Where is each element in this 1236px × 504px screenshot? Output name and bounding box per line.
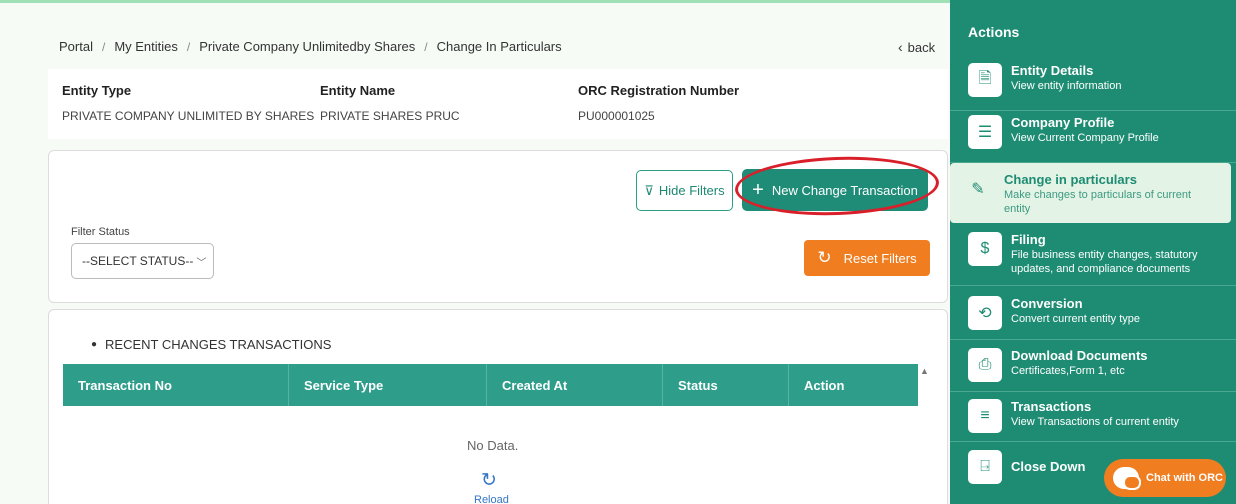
chat-with-orc-button[interactable]: Chat with ORC [1104, 459, 1226, 497]
door-icon: ⍈ [968, 450, 1002, 484]
table-header: Transaction No Service Type Created At S… [63, 364, 918, 406]
sidebar-item-label: Change in particulars [1004, 172, 1137, 187]
sidebar-item-entity-details[interactable]: 🗎 Entity Details View entity information [950, 63, 1236, 111]
sidebar-item-desc: Make changes to particulars of current e… [1004, 189, 1192, 215]
column-created-at[interactable]: Created At [487, 364, 663, 406]
breadcrumb-my-entities[interactable]: My Entities [114, 39, 178, 54]
breadcrumb-separator: / [186, 39, 191, 54]
breadcrumb-current: Change In Particulars [436, 39, 562, 54]
orc-number-col: ORC Registration Number PU000001025 [578, 83, 739, 123]
breadcrumb-entity-type[interactable]: Private Company Unlimitedby Shares [199, 39, 415, 54]
column-service-type[interactable]: Service Type [289, 364, 487, 406]
chevron-left-icon: ‹ [898, 39, 903, 55]
refresh-icon: ↻ [817, 248, 832, 267]
sidebar-item-conversion[interactable]: ⟲ Conversion Convert current entity type [950, 290, 1236, 340]
transactions-title: ● RECENT CHANGES TRANSACTIONS [91, 337, 331, 352]
list-icon: ☰ [968, 115, 1002, 149]
sidebar-item-download-documents[interactable]: ⎙ Download Documents Certificates,Form 1… [950, 342, 1236, 392]
sidebar-item-desc: Convert current entity type [1011, 313, 1141, 325]
sidebar-item-label: Filing [1011, 232, 1046, 247]
sidebar-item-label: Conversion [1011, 296, 1083, 311]
breadcrumb-separator: / [101, 39, 106, 54]
back-link[interactable]: ‹ back [898, 39, 935, 55]
chat-bubble-icon [1113, 467, 1141, 490]
sidebar-item-transactions[interactable]: ≡ Transactions View Transactions of curr… [950, 394, 1236, 442]
breadcrumb-separator: / [424, 39, 428, 54]
sidebar-item-change-in-particulars[interactable]: ✎ Change in particulars Make changes to … [950, 163, 1231, 223]
column-status[interactable]: Status [663, 364, 789, 406]
sidebar-item-label: Close Down [1011, 459, 1086, 474]
chat-label: Chat with ORC [1146, 472, 1223, 484]
sidebar-item-label: Company Profile [1011, 115, 1115, 130]
sidebar-item-desc: File business entity changes, statutory … [1011, 249, 1198, 275]
sidebar-item-desc: Certificates,Form 1, etc [1011, 365, 1125, 377]
reset-filters-label: Reset Filters [843, 250, 917, 266]
chevron-down-icon: ﹀ [196, 257, 207, 269]
filter-card: ⊽ Hide Filters + New Change Transaction … [48, 150, 948, 303]
back-label: back [907, 39, 936, 55]
sidebar-item-desc: View Current Company Profile [1011, 132, 1159, 144]
empty-state-text: No Data. [467, 438, 519, 453]
entity-name-value: PRIVATE SHARES PRUC [320, 109, 460, 123]
transactions-title-text: RECENT CHANGES TRANSACTIONS [105, 337, 332, 352]
sidebar-title: Actions [968, 24, 1020, 40]
reload-link[interactable]: Reload [474, 494, 509, 504]
main-content: Portal / My Entities / Private Company U… [0, 3, 950, 504]
orc-number-value: PU000001025 [578, 109, 655, 123]
entity-info-bar: Entity Type PRIVATE COMPANY UNLIMITED BY… [48, 69, 948, 139]
bullet-icon: ● [91, 339, 98, 350]
status-select-value: --SELECT STATUS-- [82, 254, 194, 268]
printer-icon: ⎙ [968, 348, 1002, 382]
filter-status-label: Filter Status [71, 226, 130, 238]
sidebar-item-label: Transactions [1011, 399, 1092, 414]
entity-type-col: Entity Type PRIVATE COMPANY UNLIMITED BY… [62, 83, 314, 123]
hide-filters-button[interactable]: ⊽ Hide Filters [636, 170, 733, 211]
status-select[interactable]: --SELECT STATUS-- ﹀ [71, 243, 214, 279]
breadcrumb-portal[interactable]: Portal [59, 39, 93, 54]
reset-filters-button[interactable]: ↻ Reset Filters [804, 240, 930, 276]
hide-filters-label: Hide Filters [658, 183, 725, 198]
column-transaction-no[interactable]: Transaction No [63, 364, 289, 406]
breadcrumb: Portal / My Entities / Private Company U… [59, 39, 562, 54]
entity-name-col: Entity Name PRIVATE SHARES PRUC [320, 83, 460, 123]
reload-icon[interactable]: ↻ [481, 469, 497, 492]
orc-number-label: ORC Registration Number [578, 83, 740, 98]
column-action[interactable]: Action [789, 364, 918, 406]
sidebar-item-label: Entity Details [1011, 63, 1094, 78]
money-bag-icon: $ [968, 232, 1002, 266]
pencil-icon: ✎ [971, 181, 985, 198]
list-lines-icon: ≡ [968, 399, 1002, 433]
sidebar-item-desc: View entity information [1011, 80, 1122, 92]
sidebar-item-filing[interactable]: $ Filing File business entity changes, s… [950, 226, 1236, 286]
document-search-icon: 🗎 [968, 63, 1002, 97]
document-refresh-icon: ⟲ [968, 296, 1002, 330]
sidebar-item-label: Download Documents [1011, 348, 1148, 363]
actions-sidebar: Actions 🗎 Entity Details View entity inf… [950, 0, 1236, 504]
transactions-card: ● RECENT CHANGES TRANSACTIONS Transactio… [48, 309, 948, 504]
entity-name-label: Entity Name [320, 83, 396, 98]
scroll-up-icon[interactable]: ▲ [920, 366, 929, 376]
entity-type-value: PRIVATE COMPANY UNLIMITED BY SHARES [62, 109, 315, 123]
filter-icon: ⊽ [644, 182, 654, 198]
sidebar-item-company-profile[interactable]: ☰ Company Profile View Current Company P… [950, 115, 1236, 163]
sidebar-item-desc: View Transactions of current entity [1011, 416, 1179, 428]
entity-type-label: Entity Type [62, 83, 132, 98]
